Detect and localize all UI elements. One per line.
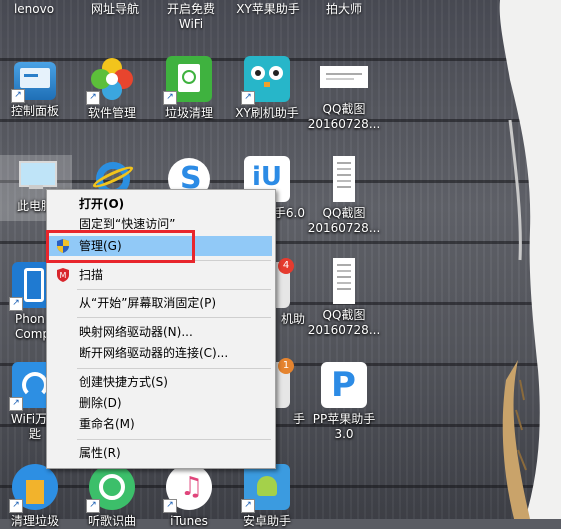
icon-label: iTunes	[170, 514, 208, 528]
trash-icon: ↗	[163, 56, 212, 105]
desktop-icon-software-manager[interactable]: ↗ 软件管理	[74, 56, 150, 121]
menu-item-disconnect-network-drive[interactable]: 断开网络驱动器的连接(C)...	[48, 343, 272, 363]
notification-badge: 1	[278, 358, 294, 374]
software-manager-icon: ↗	[86, 56, 135, 105]
pp-assistant-icon: P	[321, 362, 367, 408]
desktop-icon-qq-screenshot-2[interactable]: QQ截图 20160728...	[306, 156, 382, 236]
icon-label: PP苹果助手 3.0	[312, 412, 376, 441]
icon-label: QQ截图 20160728...	[307, 308, 381, 337]
menu-item-delete[interactable]: 删除(D)	[48, 393, 272, 413]
control-panel-icon: ↗	[11, 62, 56, 103]
desktop-icon-xy-flash[interactable]: ↗ XY刷机助手	[229, 56, 305, 121]
owl-icon: ↗	[241, 56, 290, 105]
annotation-highlight-box	[46, 230, 195, 263]
image-file-icon	[333, 156, 355, 202]
desktop-icon-itunes[interactable]: ♫ ↗ iTunes	[151, 464, 227, 529]
icon-label: QQ截图 20160728...	[307, 102, 381, 131]
image-file-icon	[320, 66, 368, 88]
icon-label: 控制面板	[10, 104, 59, 118]
menu-separator	[77, 439, 271, 440]
desktop-icon-pp-assistant[interactable]: P PP苹果助手 3.0	[306, 362, 382, 442]
top-label-lenovo[interactable]: lenovo	[0, 2, 74, 17]
menu-item-rename[interactable]: 重命名(M)	[48, 414, 272, 434]
menu-item-open[interactable]: 打开(O)	[48, 194, 272, 214]
menu-separator	[77, 317, 271, 318]
icon-label: 听歌识曲	[87, 514, 136, 528]
android-icon: ↗	[241, 464, 290, 513]
broom-icon: ↗	[9, 464, 58, 513]
top-label-paidashi[interactable]: 拍大师	[304, 2, 384, 17]
top-label-free-wifi[interactable]: 开启免费 WiFi	[151, 2, 231, 32]
itunes-icon: ♫ ↗	[163, 464, 212, 513]
desktop-icon-junk-cleaner[interactable]: ↗ 垃圾清理	[151, 56, 227, 121]
menu-separator	[77, 289, 271, 290]
desktop-icon-music-recognition[interactable]: ↗ 听歌识曲	[74, 464, 150, 529]
top-label-xy-apple[interactable]: XY苹果助手	[228, 2, 308, 17]
icon-label: 垃圾清理	[164, 106, 213, 120]
menu-separator	[77, 368, 271, 369]
wallpaper-person-image	[499, 0, 561, 519]
menu-item-properties[interactable]: 属性(R)	[48, 443, 272, 463]
desktop-icon-android-assistant[interactable]: ↗ 安卓助手	[229, 464, 305, 529]
desktop-icon-clean-junk[interactable]: ↗ 清理垃圾	[0, 464, 73, 529]
svg-text:M: M	[60, 271, 67, 280]
top-label-web-nav[interactable]: 网址导航	[75, 2, 155, 17]
music-recognition-icon: ↗	[86, 464, 135, 513]
icon-label: 软件管理	[87, 106, 136, 120]
menu-item-map-network-drive[interactable]: 映射网络驱动器(N)...	[48, 322, 272, 342]
desktop-icon-qq-screenshot-1[interactable]: QQ截图 20160728...	[306, 66, 382, 132]
menu-item-label: 扫描	[79, 268, 104, 282]
icon-label: 清理垃圾	[10, 514, 59, 528]
image-file-icon	[333, 258, 355, 304]
icon-label: 安卓助手	[242, 514, 291, 528]
antivirus-shield-icon: M	[57, 268, 69, 282]
desktop-icon-control-panel[interactable]: ↗ 控制面板	[0, 62, 73, 119]
menu-item-scan[interactable]: M 扫描	[48, 265, 272, 285]
menu-item-create-shortcut[interactable]: 创建快捷方式(S)	[48, 372, 272, 392]
menu-item-unpin-start[interactable]: 从“开始”屏幕取消固定(P)	[48, 293, 272, 313]
icon-label: QQ截图 20160728...	[307, 206, 381, 235]
icon-label: XY刷机助手	[235, 106, 299, 120]
desktop-icon-qq-screenshot-3[interactable]: QQ截图 20160728...	[306, 258, 382, 338]
notification-badge: 4	[278, 258, 294, 274]
